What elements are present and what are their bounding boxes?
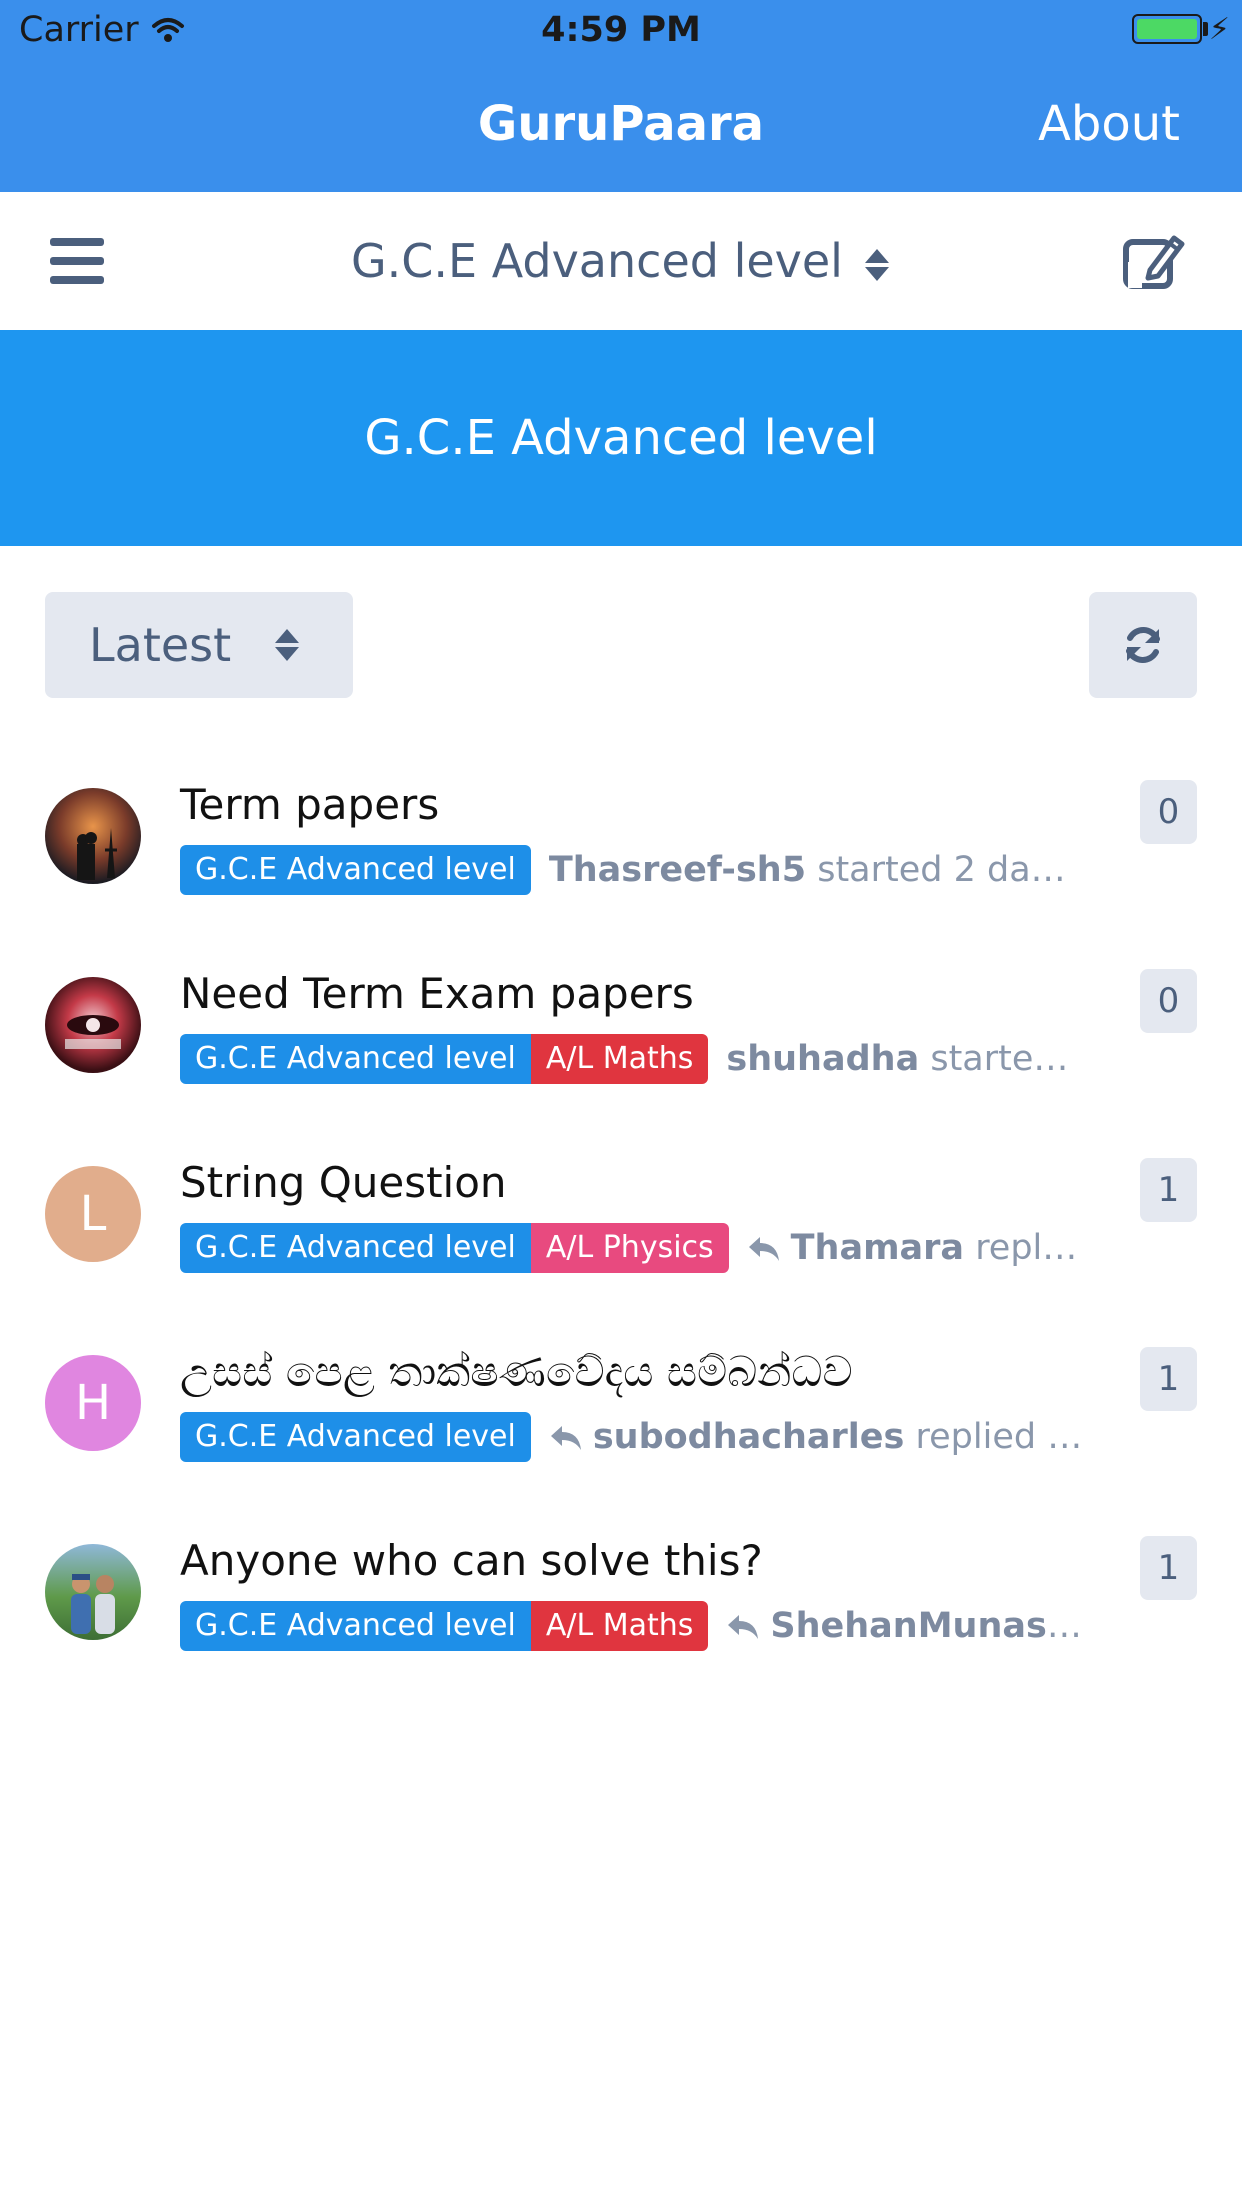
- reply-icon: [748, 1237, 779, 1261]
- avatar-image: [71, 1574, 115, 1634]
- compose-icon[interactable]: [1122, 232, 1186, 290]
- topic-meta: G.C.E Advanced level A/L Physics Thamara …: [180, 1222, 1085, 1274]
- avatar[interactable]: [45, 788, 141, 884]
- charging-icon: ⚡: [1208, 12, 1230, 47]
- avatar[interactable]: L: [45, 1166, 141, 1262]
- topic-meta: G.C.E Advanced level A/L Maths shuhadha s…: [180, 1033, 1085, 1085]
- topic-user[interactable]: shuhadha: [726, 1039, 919, 1079]
- reply-count-badge: 0: [1140, 969, 1197, 1033]
- topic-activity: Thamara replied ...: [747, 1228, 1085, 1268]
- category-banner: G.C.E Advanced level: [0, 330, 1242, 546]
- topic-user[interactable]: subodhacharles: [593, 1417, 905, 1457]
- topic-item[interactable]: L String Question G.C.E Advanced level A/…: [0, 1158, 1242, 1308]
- avatar[interactable]: [45, 1544, 141, 1640]
- sort-arrows-icon: [864, 248, 891, 281]
- topic-item[interactable]: Term papers G.C.E Advanced level Thasree…: [0, 780, 1242, 930]
- topic-action: replied 14 d...: [915, 1417, 1085, 1457]
- forum-header: G.C.E Advanced level: [0, 192, 1242, 331]
- avatar-letter: H: [74, 1375, 112, 1431]
- topic-user[interactable]: Thasreef-sh5: [549, 850, 806, 890]
- topic-item[interactable]: Anyone who can solve this? G.C.E Advance…: [0, 1536, 1242, 1686]
- topic-title[interactable]: Anyone who can solve this?: [180, 1536, 763, 1585]
- category-label: G.C.E Advanced level: [351, 234, 843, 288]
- tag-gce-advanced-level[interactable]: G.C.E Advanced level: [180, 845, 531, 895]
- topic-action: started 2 days ago: [817, 850, 1085, 890]
- tag-gce-advanced-level[interactable]: G.C.E Advanced level: [180, 1034, 531, 1084]
- battery-cap: [1203, 22, 1208, 36]
- status-time: 4:59 PM: [541, 10, 701, 50]
- tag-al-maths[interactable]: A/L Maths: [530, 1034, 709, 1084]
- topic-title[interactable]: String Question: [180, 1158, 507, 1207]
- topic-user[interactable]: Thamara: [791, 1228, 964, 1268]
- topic-activity: shuhadha started 2 ...: [726, 1039, 1085, 1079]
- avatar-letter: L: [79, 1186, 107, 1242]
- topic-activity: subodhacharles replied 14 d...: [549, 1417, 1085, 1457]
- topic-item[interactable]: H උසස් පෙළ තාක්ෂණවේදය සම්බන්ධව G.C.E Adv…: [0, 1347, 1242, 1497]
- about-button[interactable]: About: [1038, 96, 1180, 152]
- sort-arrows-icon: [275, 629, 301, 661]
- avatar[interactable]: H: [45, 1355, 141, 1451]
- reply-icon: [728, 1615, 759, 1639]
- topic-title[interactable]: උසස් පෙළ තාක්ෂණවේදය සම්බන්ධව: [180, 1347, 853, 1397]
- reply-count-badge: 1: [1140, 1158, 1197, 1222]
- top-bar: Carrier 4:59 PM ⚡ GuruPaara About: [0, 0, 1242, 192]
- tag-gce-advanced-level[interactable]: G.C.E Advanced level: [180, 1601, 531, 1651]
- reply-count-badge: 1: [1140, 1536, 1197, 1600]
- avatar-image: [65, 1015, 121, 1049]
- tag-al-physics[interactable]: A/L Physics: [530, 1223, 729, 1273]
- topic-title[interactable]: Term papers: [180, 780, 439, 829]
- topic-meta: G.C.E Advanced level subodhacharles repl…: [180, 1411, 1085, 1463]
- topic-action: replied ...: [975, 1228, 1085, 1268]
- battery-icon: [1132, 14, 1202, 44]
- topic-activity: Thasreef-sh5 started 2 days ago: [549, 850, 1085, 890]
- refresh-button[interactable]: [1089, 592, 1197, 698]
- topic-title[interactable]: Need Term Exam papers: [180, 969, 694, 1018]
- reply-icon: [550, 1426, 581, 1450]
- topic-user[interactable]: ShehanMunasing...: [770, 1606, 1085, 1646]
- reply-count-badge: 0: [1140, 780, 1197, 844]
- topic-meta: G.C.E Advanced level Thasreef-sh5 starte…: [180, 844, 1085, 896]
- topic-activity: ShehanMunasing...: [726, 1606, 1085, 1646]
- tag-al-maths[interactable]: A/L Maths: [530, 1601, 709, 1651]
- reply-count-badge: 1: [1140, 1347, 1197, 1411]
- tag-gce-advanced-level[interactable]: G.C.E Advanced level: [180, 1412, 531, 1462]
- avatar-image: [77, 828, 117, 880]
- sort-dropdown[interactable]: Latest: [45, 592, 353, 698]
- topic-action: started 2 ...: [930, 1039, 1085, 1079]
- avatar[interactable]: [45, 977, 141, 1073]
- topic-meta: G.C.E Advanced level A/L Maths ShehanMuna…: [180, 1600, 1085, 1652]
- tag-gce-advanced-level[interactable]: G.C.E Advanced level: [180, 1223, 531, 1273]
- topic-item[interactable]: Need Term Exam papers G.C.E Advanced lev…: [0, 969, 1242, 1119]
- category-selector[interactable]: G.C.E Advanced level: [0, 234, 1242, 288]
- sort-label: Latest: [89, 618, 232, 672]
- refresh-icon: [1126, 627, 1160, 663]
